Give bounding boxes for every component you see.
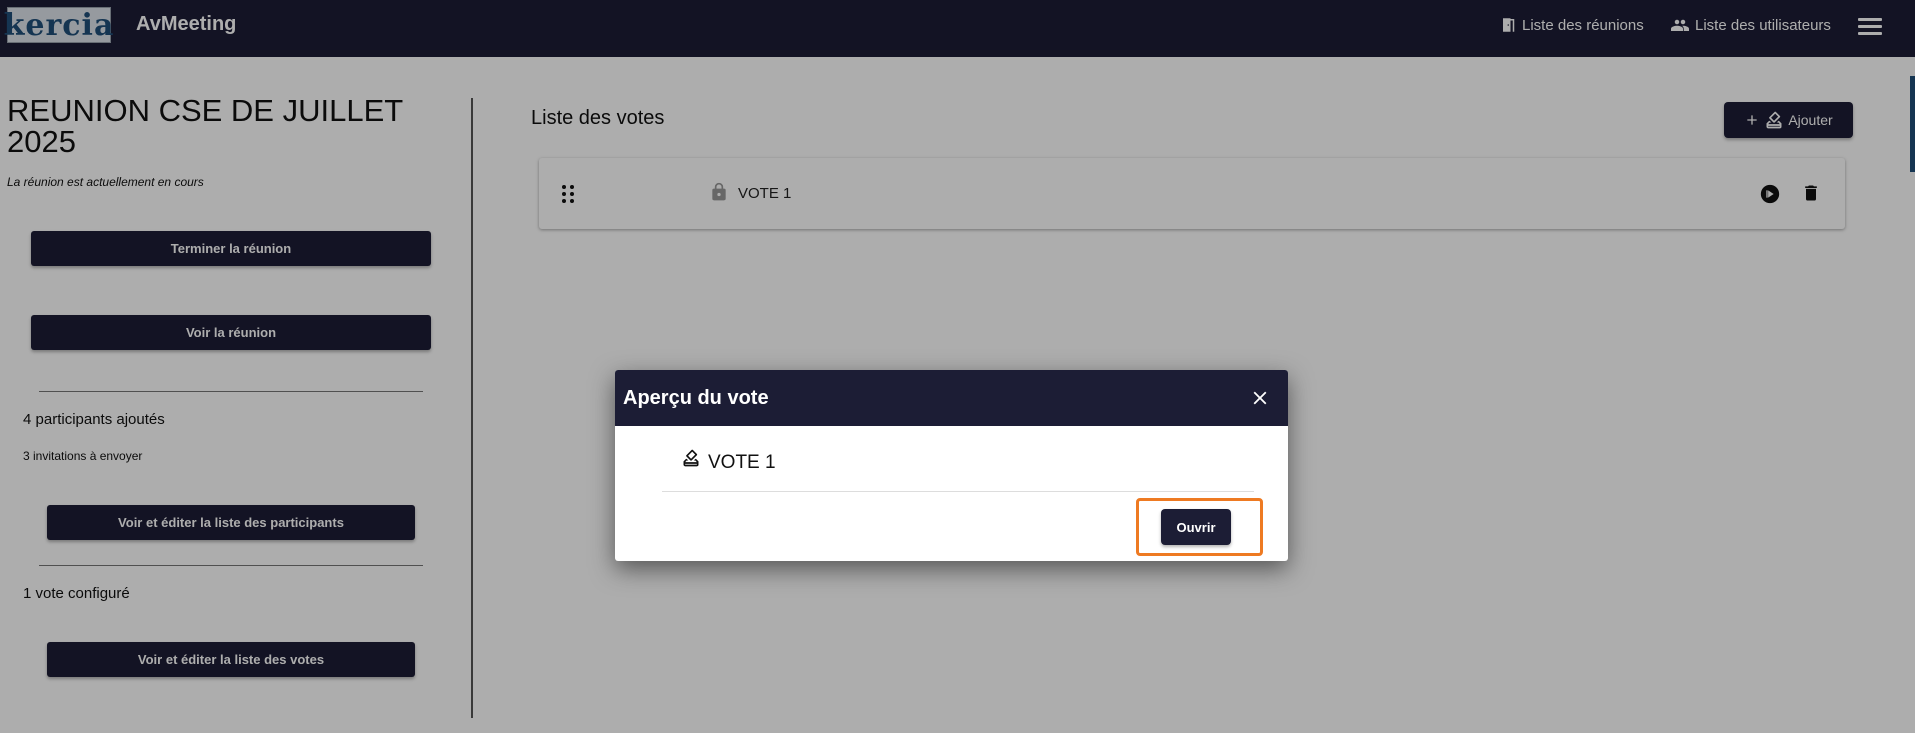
- dialog-header: Aperçu du vote: [615, 370, 1288, 426]
- vote-preview-dialog: Aperçu du vote VOTE 1 Ouvrir: [615, 370, 1288, 561]
- modal-backdrop[interactable]: [0, 0, 1915, 733]
- ballot-box-icon: [683, 449, 699, 467]
- open-vote-button[interactable]: Ouvrir: [1161, 509, 1231, 545]
- dialog-separator: [662, 491, 1254, 492]
- dialog-vote-name: VOTE 1: [708, 452, 776, 473]
- close-icon[interactable]: [1249, 387, 1271, 409]
- dialog-title: Aperçu du vote: [623, 387, 769, 409]
